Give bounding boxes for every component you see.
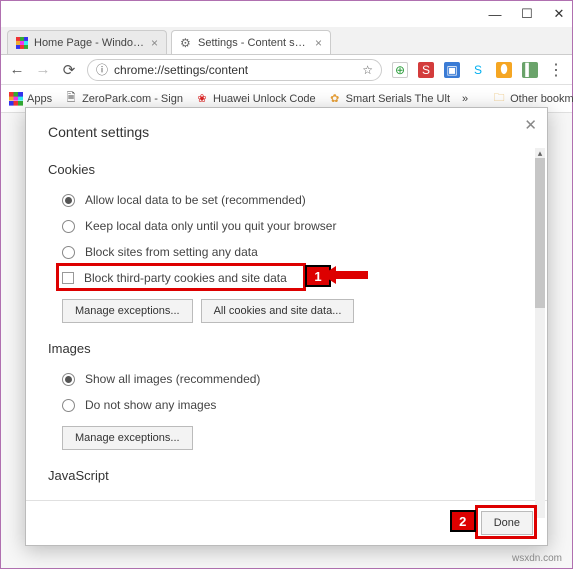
nav-forward-button[interactable]: → [35, 61, 51, 78]
radio-show-all-images[interactable]: Show all images (recommended) [48, 366, 525, 392]
annotation-number: 2 [450, 510, 476, 532]
site-info-icon[interactable]: ⓘ [96, 61, 108, 78]
bookmark-label: Huawei Unlock Code [213, 93, 316, 105]
annotation-callout-1: 1 [56, 263, 306, 291]
radio-icon [62, 220, 75, 233]
radio-icon [62, 373, 75, 386]
bookmarks-overflow-button[interactable]: » [462, 93, 468, 105]
favicon-gear-icon: ⚙ [180, 37, 192, 49]
address-bar: ← → ⟳ ⓘ chrome://settings/content ☆ ⊕ S … [1, 55, 572, 85]
extension-icon[interactable]: ▍ [522, 62, 538, 78]
section-heading: Cookies [48, 162, 525, 177]
section-heading: JavaScript [48, 468, 525, 483]
tab-settings-content[interactable]: ⚙ Settings - Content setti × [171, 30, 331, 54]
section-heading: Images [48, 341, 525, 356]
option-label: Allow local data to be set (recommended) [85, 193, 306, 207]
images-button-row: Manage exceptions... [48, 418, 525, 454]
radio-allow-javascript[interactable]: Allow all sites to run JavaScript (recom… [48, 493, 525, 500]
content-settings-dialog: ✕ Content settings ▴ Cookies Allow local… [25, 107, 548, 546]
page-icon: 🗎 [64, 92, 78, 106]
radio-block-all[interactable]: Block sites from setting any data [48, 239, 525, 265]
radio-icon [62, 246, 75, 259]
window-maximize-button[interactable]: ☐ [520, 7, 534, 21]
favicon-grid-icon [16, 37, 28, 49]
other-bookmarks-label: Other bookmarks [510, 93, 573, 105]
bookmark-label: Smart Serials The Ult [346, 93, 450, 105]
dialog-body: Cookies Allow local data to be set (reco… [26, 148, 547, 500]
omnibox[interactable]: ⓘ chrome://settings/content ☆ [87, 59, 382, 81]
radio-allow-local-data[interactable]: Allow local data to be set (recommended) [48, 187, 525, 213]
tab-title: Home Page - Windows T [34, 37, 145, 49]
tab-title: Settings - Content setti [198, 37, 309, 49]
manage-exceptions-button[interactable]: Manage exceptions... [62, 426, 193, 450]
bookmark-star-icon[interactable]: ☆ [362, 63, 373, 77]
tab-close-icon[interactable]: × [151, 36, 158, 50]
folder-icon: 🗀 [492, 92, 506, 106]
bookmark-item[interactable]: ✿ Smart Serials The Ult [328, 92, 450, 106]
tab-strip: Home Page - Windows T × ⚙ Settings - Con… [1, 27, 572, 55]
radio-icon [62, 194, 75, 207]
window-minimize-button[interactable]: — [488, 7, 502, 21]
option-label: Keep local data only until you quit your… [85, 219, 336, 233]
option-label: Allow all sites to run JavaScript (recom… [85, 499, 338, 500]
dialog-close-button[interactable]: ✕ [524, 116, 537, 134]
annotation-callout-2: 2 [475, 505, 537, 539]
option-label: Block sites from setting any data [85, 245, 258, 259]
bookmark-item[interactable]: 🗎 ZeroPark.com - Sign [64, 92, 183, 106]
window-titlebar: — ☐ ✕ [1, 1, 572, 27]
url-text: chrome://settings/content [114, 63, 356, 77]
other-bookmarks-button[interactable]: 🗀 Other bookmarks [492, 92, 573, 106]
extension-icon[interactable]: S [418, 62, 434, 78]
annotation-arrow [336, 271, 368, 279]
dialog-title: Content settings [26, 108, 547, 148]
bookmark-item[interactable]: ❀ Huawei Unlock Code [195, 92, 316, 106]
nav-reload-button[interactable]: ⟳ [61, 61, 77, 79]
apps-button[interactable]: Apps [9, 92, 52, 106]
chrome-menu-button[interactable]: ⋮ [548, 60, 564, 80]
flower-icon: ✿ [328, 92, 342, 106]
option-label: Do not show any images [85, 398, 216, 412]
section-cookies: Cookies Allow local data to be set (reco… [48, 162, 525, 327]
extension-icon[interactable]: ⊕ [392, 62, 408, 78]
extension-icon[interactable]: ▣ [444, 62, 460, 78]
flower-icon: ❀ [195, 92, 209, 106]
section-javascript: JavaScript Allow all sites to run JavaSc… [48, 468, 525, 500]
apps-icon [9, 92, 23, 106]
bookmark-label: ZeroPark.com - Sign [82, 93, 183, 105]
cookies-button-row: Manage exceptions... All cookies and sit… [48, 291, 525, 327]
nav-back-button[interactable]: ← [9, 61, 25, 78]
radio-icon [62, 399, 75, 412]
extension-icon[interactable]: ⬮ [496, 62, 512, 78]
tab-home-page[interactable]: Home Page - Windows T × [7, 30, 167, 54]
all-cookies-button[interactable]: All cookies and site data... [201, 299, 355, 323]
manage-exceptions-button[interactable]: Manage exceptions... [62, 299, 193, 323]
tab-close-icon[interactable]: × [315, 36, 322, 50]
radio-icon [62, 500, 75, 501]
radio-keep-until-quit[interactable]: Keep local data only until you quit your… [48, 213, 525, 239]
extension-icon[interactable]: S [470, 62, 486, 78]
option-label: Show all images (recommended) [85, 372, 260, 386]
watermark-text: wsxdn.com [512, 553, 562, 564]
radio-no-images[interactable]: Do not show any images [48, 392, 525, 418]
section-images: Images Show all images (recommended) Do … [48, 341, 525, 454]
window-close-button[interactable]: ✕ [552, 7, 566, 21]
dialog-footer: 2 Done [26, 500, 547, 545]
apps-label: Apps [27, 93, 52, 105]
